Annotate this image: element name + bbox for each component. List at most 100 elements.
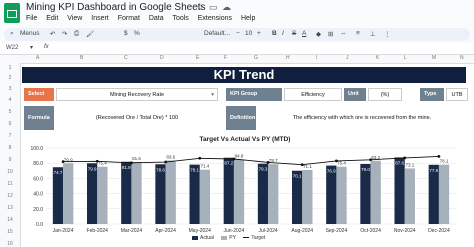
definition-label: Definition bbox=[226, 106, 256, 130]
column-letter[interactable]: H bbox=[286, 55, 290, 61]
chart-plot: 100.0 80.0 60.0 40.0 20.0 0.0 74.7 79.9 Jan-2024… bbox=[30, 146, 456, 234]
row-number[interactable]: 5 bbox=[0, 109, 20, 115]
move-folder-icon[interactable]: ▭ bbox=[209, 2, 218, 13]
column-letter[interactable]: K bbox=[376, 55, 379, 61]
fx-icon: fx bbox=[44, 44, 49, 50]
actual-bar bbox=[257, 163, 269, 224]
py-bar bbox=[165, 160, 176, 224]
x-tick-label: Jul-2024 bbox=[258, 228, 277, 234]
more-options-icon[interactable]: ⋮ bbox=[384, 30, 391, 38]
select-kpi-label: Select KPI bbox=[24, 88, 54, 110]
row-number[interactable]: 15 bbox=[0, 229, 20, 235]
column-letter[interactable]: G bbox=[254, 55, 258, 61]
strikethrough-icon[interactable]: S bbox=[292, 30, 296, 37]
column-letter[interactable]: A bbox=[36, 55, 39, 61]
target-point bbox=[437, 154, 441, 158]
row-number[interactable]: 9 bbox=[0, 157, 20, 163]
actual-data-label: 87.6 bbox=[395, 160, 404, 165]
target-line bbox=[63, 155, 439, 166]
py-bar bbox=[199, 169, 210, 224]
italic-icon[interactable]: I bbox=[282, 30, 284, 37]
x-tick-label: Feb-2024 bbox=[87, 228, 109, 234]
py-data-label: 73.1 bbox=[405, 162, 414, 167]
type-value: UTB bbox=[446, 88, 468, 101]
menu-extensions[interactable]: Extensions bbox=[198, 15, 232, 22]
column-letter[interactable]: C bbox=[124, 55, 128, 61]
actual-data-label: 79.3 bbox=[259, 167, 268, 172]
row-number[interactable]: 1 bbox=[0, 65, 20, 71]
row-number[interactable]: 10 bbox=[0, 169, 20, 175]
align-icon[interactable]: ≡ bbox=[356, 30, 360, 37]
row-number[interactable]: 14 bbox=[0, 217, 20, 223]
column-letter[interactable]: E bbox=[196, 55, 199, 61]
menus-button[interactable]: Menus bbox=[20, 30, 40, 37]
menu-insert[interactable]: Insert bbox=[91, 15, 109, 22]
menu-view[interactable]: View bbox=[67, 15, 82, 22]
sheets-logo-icon[interactable] bbox=[4, 3, 20, 23]
star-icon[interactable]: ☆ bbox=[196, 2, 204, 13]
select-kpi-dropdown[interactable]: Mining Recovery Rate ▾ bbox=[56, 88, 218, 101]
redo-icon[interactable]: ↷ bbox=[62, 30, 67, 38]
document-title[interactable]: Mining KPI Dashboard in Google Sheets bbox=[26, 2, 206, 13]
menu-help[interactable]: Help bbox=[241, 15, 255, 22]
x-tick-label: Oct-2024 bbox=[360, 228, 381, 234]
row-number[interactable]: 2 bbox=[0, 75, 20, 81]
menu-file[interactable]: File bbox=[26, 15, 37, 22]
x-tick-label: Mar-2024 bbox=[121, 228, 143, 234]
merge-cells-icon[interactable]: ⇔ bbox=[340, 30, 347, 37]
row-number[interactable]: 12 bbox=[0, 193, 20, 199]
menu-data[interactable]: Data bbox=[149, 15, 164, 22]
column-letter[interactable]: B bbox=[80, 55, 83, 61]
cloud-status-icon[interactable]: ☁ bbox=[222, 2, 231, 13]
fill-color-icon[interactable]: ◆ bbox=[316, 30, 321, 38]
menu-edit[interactable]: Edit bbox=[46, 15, 58, 22]
borders-icon[interactable]: ⊞ bbox=[328, 30, 333, 38]
column-letter[interactable]: L bbox=[404, 55, 407, 61]
definition-value: The efficiency with which ore is recover… bbox=[258, 106, 466, 130]
x-tick-label: Nov-2024 bbox=[394, 228, 416, 234]
name-box[interactable]: W22 bbox=[6, 45, 18, 51]
column-letter[interactable]: I bbox=[316, 55, 317, 61]
target-point bbox=[266, 161, 270, 164]
name-box-dropdown-icon[interactable]: ▾ bbox=[30, 44, 33, 51]
column-letter[interactable]: N bbox=[460, 55, 464, 61]
font-size-decrease-icon[interactable]: − bbox=[236, 30, 240, 37]
row-number[interactable]: 11 bbox=[0, 181, 20, 187]
actual-data-label: 79.9 bbox=[88, 166, 97, 171]
menu-tools[interactable]: Tools bbox=[172, 15, 188, 22]
row-number[interactable]: 8 bbox=[0, 145, 20, 151]
column-letter[interactable]: F bbox=[224, 55, 227, 61]
print-icon[interactable]: ⎙ bbox=[74, 30, 79, 38]
py-bar bbox=[438, 164, 450, 224]
x-tick-label: Aug-2024 bbox=[291, 228, 313, 234]
py-bar bbox=[97, 166, 108, 224]
bold-icon[interactable]: B bbox=[272, 30, 277, 37]
percent-icon[interactable]: % bbox=[134, 30, 140, 37]
column-letter[interactable]: J bbox=[346, 55, 349, 61]
target-vs-actual-chart[interactable]: Target Vs Actual Vs PY (MTD) 100.0 80.0 60… bbox=[24, 134, 466, 246]
menu-format[interactable]: Format bbox=[118, 15, 140, 22]
row-number[interactable]: 16 bbox=[0, 241, 20, 247]
chevron-down-icon[interactable]: ▾ bbox=[211, 89, 214, 102]
py-bar bbox=[302, 169, 313, 224]
row-number[interactable]: 4 bbox=[0, 97, 20, 103]
currency-icon[interactable]: $ bbox=[124, 30, 128, 37]
column-letter[interactable]: D bbox=[160, 55, 164, 61]
font-size-increase-icon[interactable]: + bbox=[257, 30, 261, 37]
row-number[interactable]: 3 bbox=[0, 86, 20, 92]
search-icon[interactable]: ⌕ bbox=[10, 30, 14, 38]
actual-bar bbox=[326, 165, 337, 224]
valign-icon[interactable]: ⊥ bbox=[370, 30, 376, 38]
row-number[interactable]: 6 bbox=[0, 121, 20, 127]
text-color-icon[interactable]: A bbox=[302, 30, 306, 37]
undo-icon[interactable]: ↶ bbox=[50, 30, 55, 38]
row-number[interactable]: 13 bbox=[0, 205, 20, 211]
paint-format-icon[interactable]: 🖌 bbox=[86, 30, 94, 38]
target-point bbox=[300, 163, 304, 167]
font-size-input[interactable]: 10 bbox=[245, 30, 252, 37]
y-tick-label: 80.0 bbox=[33, 161, 43, 167]
column-letter[interactable]: M bbox=[432, 55, 436, 61]
font-select[interactable]: Default... bbox=[204, 30, 230, 37]
type-label: Type bbox=[420, 88, 444, 101]
row-number[interactable]: 7 bbox=[0, 133, 20, 139]
